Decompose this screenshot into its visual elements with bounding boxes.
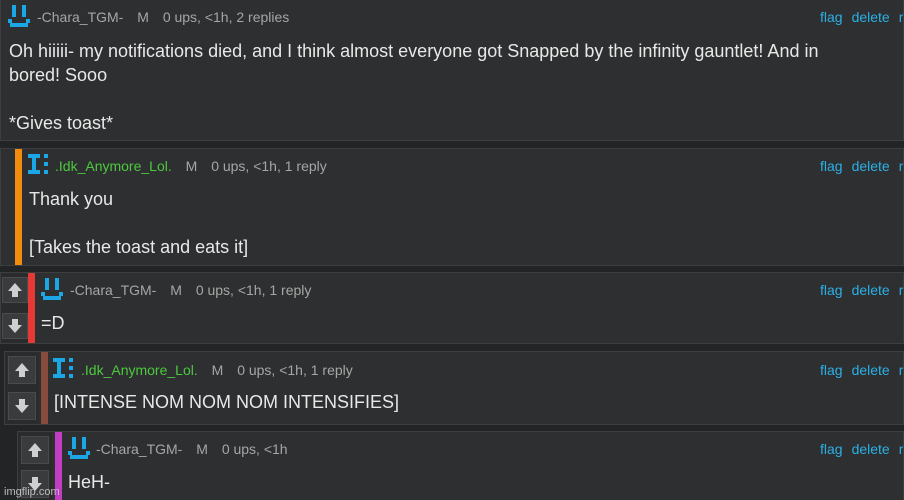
comment-text: =D: [41, 313, 65, 333]
more-link[interactable]: r: [899, 441, 903, 457]
username-link[interactable]: .Idk_Anymore_Lol.: [55, 158, 172, 174]
vote-column: [5, 352, 39, 424]
comment: .Idk_Anymore_Lol. M 0 ups, <1h, 1 reply …: [0, 148, 904, 266]
flag-link[interactable]: flag: [820, 362, 843, 378]
arrow-up-icon: [15, 363, 29, 377]
comment-meta: 0 ups, <1h, 1 reply: [237, 362, 353, 378]
mod-badge: M: [137, 9, 149, 25]
mod-badge: M: [185, 158, 198, 174]
upvote-button[interactable]: [8, 356, 36, 384]
username-link[interactable]: -Chara_TGM-: [37, 9, 123, 25]
flag-link[interactable]: flag: [820, 282, 843, 298]
avatar-icon[interactable]: [41, 278, 63, 300]
username-link[interactable]: .Idk_Anymore_Lol.: [81, 362, 198, 378]
avatar-icon[interactable]: [8, 5, 30, 27]
comment-text: Oh hiiiii- my notifications died, and I …: [9, 41, 819, 133]
comment-text: Thank you [Takes the toast and eats it]: [29, 189, 249, 257]
delete-link[interactable]: delete: [852, 158, 890, 174]
mod-badge: M: [170, 282, 182, 298]
flag-link[interactable]: flag: [820, 158, 843, 174]
mod-badge: M: [211, 362, 224, 378]
delete-link[interactable]: delete: [852, 9, 890, 25]
comment: .Idk_Anymore_Lol. M 0 ups, <1h, 1 reply …: [4, 351, 904, 425]
more-link[interactable]: r: [899, 158, 903, 174]
delete-link[interactable]: delete: [852, 441, 890, 457]
delete-link[interactable]: delete: [852, 362, 890, 378]
username-link[interactable]: -Chara_TGM-: [70, 282, 156, 298]
flag-link[interactable]: flag: [820, 9, 843, 25]
downvote-button[interactable]: [8, 392, 36, 420]
arrow-down-icon: [15, 399, 29, 413]
comment-meta: 0 ups, <1h: [221, 441, 288, 457]
upvote-button[interactable]: [21, 436, 49, 464]
more-link[interactable]: r: [899, 282, 903, 298]
arrow-up-icon: [8, 283, 22, 297]
thread-stripe: [28, 273, 35, 343]
avatar-icon[interactable]: [53, 358, 75, 380]
comment: -Chara_TGM- M 0 ups, <1h flag delete r HeH…: [17, 431, 904, 500]
comment-meta: 0 ups, <1h, 1 reply: [195, 282, 312, 298]
comment-text: HeH-: [68, 472, 111, 492]
arrow-up-icon: [28, 443, 42, 457]
username-link[interactable]: -Chara_TGM-: [96, 441, 182, 457]
thread-stripe: [41, 352, 48, 424]
watermark: imgflip.com: [4, 486, 60, 498]
mod-badge: M: [196, 441, 208, 457]
avatar-icon[interactable]: [28, 154, 50, 176]
comment: -Chara_TGM- M 0 ups, <1h, 2 replies flag…: [0, 0, 904, 141]
comment-meta: 0 ups, <1h, 2 replies: [162, 9, 290, 25]
vote-column: [1, 273, 29, 343]
downvote-button[interactable]: [2, 313, 28, 339]
comment-text: [INTENSE NOM NOM NOM INTENSIFIES]: [54, 392, 400, 412]
more-link[interactable]: r: [899, 362, 903, 378]
thread-stripe: [15, 149, 22, 265]
comment: -Chara_TGM- M 0 ups, <1h, 1 reply flag de…: [0, 272, 904, 344]
arrow-down-icon: [8, 319, 22, 333]
delete-link[interactable]: delete: [852, 282, 890, 298]
comment-meta: 0 ups, <1h, 1 reply: [211, 158, 327, 174]
flag-link[interactable]: flag: [820, 441, 843, 457]
avatar-icon[interactable]: [68, 437, 90, 459]
more-link[interactable]: r: [899, 9, 903, 25]
upvote-button[interactable]: [2, 277, 28, 303]
